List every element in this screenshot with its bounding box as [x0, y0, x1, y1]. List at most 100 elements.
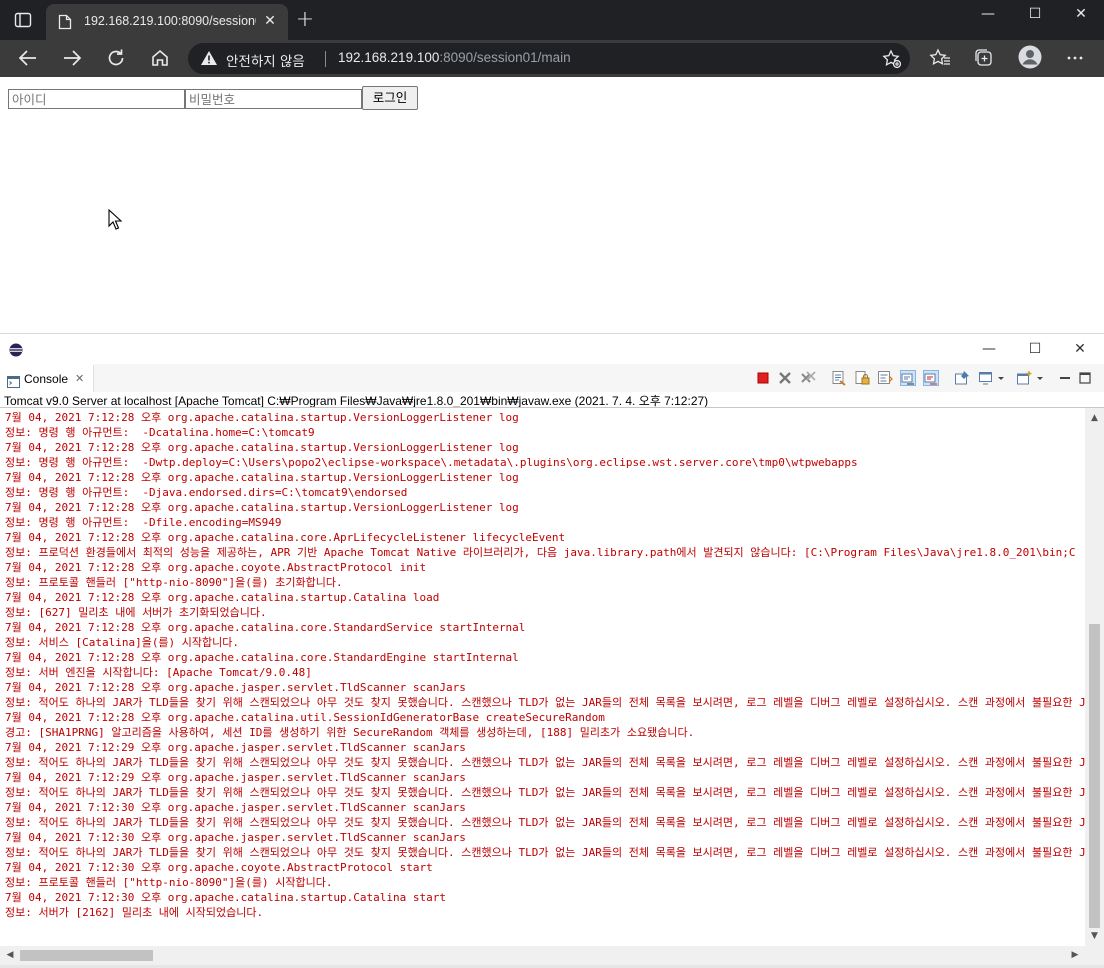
eclipse-minimize-icon[interactable]: — — [969, 338, 1009, 360]
console-line: 정보: 서버 엔진을 시작합니다: [Apache Tomcat/9.0.48] — [5, 666, 312, 679]
clear-console-icon[interactable] — [831, 370, 847, 386]
page-icon — [58, 14, 72, 30]
console-line: 정보: 서비스 [Catalina]을(를) 시작합니다. — [5, 636, 240, 649]
address-bar[interactable]: 안전하지 않음 192.168.219.100:8090/session01/m… — [188, 43, 910, 74]
open-console-dropdown-icon[interactable] — [1035, 370, 1045, 386]
terminate-icon[interactable] — [755, 370, 771, 386]
console-line: 정보: 명령 행 아규먼트: -Dfile.encoding=MS949 — [5, 516, 282, 529]
reload-icon[interactable] — [103, 46, 129, 70]
tab-actions-icon[interactable] — [14, 12, 32, 28]
console-line: 정보: [627] 밀리초 내에 서버가 초기화되었습니다. — [5, 606, 267, 619]
id-input[interactable] — [8, 89, 185, 109]
console-line: 정보: 명령 행 아규먼트: -Dcatalina.home=C:\tomcat… — [5, 426, 315, 439]
view-minimize-icon[interactable] — [1057, 370, 1073, 386]
maximize-icon[interactable]: ☐ — [1012, 4, 1058, 26]
console-output[interactable]: 7월 04, 2021 7:12:28 오후 org.apache.catali… — [0, 408, 1085, 946]
open-console-icon[interactable] — [1016, 370, 1032, 386]
word-wrap-icon[interactable] — [877, 370, 893, 386]
show-on-stdout-icon[interactable] — [900, 370, 916, 386]
console-line: 정보: 명령 행 아규먼트: -Dwtp.deploy=C:\Users\pop… — [5, 456, 858, 469]
console-line: 정보: 서버가 [2162] 밀리초 내에 시작되었습니다. — [5, 906, 264, 919]
console-horizontal-scrollbar[interactable]: ◀ ▶ — [0, 946, 1085, 965]
vertical-scroll-thumb[interactable] — [1089, 624, 1100, 928]
new-tab-icon[interactable]: + — [295, 9, 315, 31]
login-button[interactable]: 로그인 — [362, 86, 418, 110]
tab-title: 192.168.219.100:8090/session01/main — [84, 14, 256, 28]
eclipse-console-window: — ☐ ✕ Console ✕ Tomcat v9.0 Server at lo… — [0, 333, 1104, 968]
profile-avatar-icon[interactable] — [1018, 45, 1042, 69]
browser-tab-bar: 192.168.219.100:8090/session01/main ✕ + … — [0, 0, 1104, 40]
eclipse-title-bar: — ☐ ✕ — [0, 334, 1104, 364]
console-line: 정보: 적어도 하나의 JAR가 TLD들을 찾기 위해 스캔되었으나 아무 것… — [5, 786, 1085, 799]
console-line: 7월 04, 2021 7:12:28 오후 org.apache.catali… — [5, 711, 605, 724]
horizontal-scroll-thumb[interactable] — [20, 950, 153, 961]
console-line: 7월 04, 2021 7:12:30 오후 org.apache.jasper… — [5, 831, 466, 844]
forward-icon[interactable] — [59, 46, 85, 70]
scroll-left-icon[interactable]: ◀ — [2, 946, 18, 965]
warning-icon[interactable] — [200, 50, 218, 66]
console-tab-close-icon[interactable]: ✕ — [75, 372, 84, 385]
console-line: 정보: 적어도 하나의 JAR가 TLD들을 찾기 위해 스캔되었으나 아무 것… — [5, 816, 1085, 829]
console-line: 7월 04, 2021 7:12:30 오후 org.apache.catali… — [5, 891, 446, 904]
scrollbar-corner — [1085, 946, 1104, 965]
browser-toolbar: 안전하지 않음 192.168.219.100:8090/session01/m… — [0, 40, 1104, 77]
eclipse-view-toolbar: Console ✕ — [0, 364, 1104, 392]
tab-console[interactable]: Console ✕ — [0, 364, 94, 392]
console-line: 정보: 명령 행 아규먼트: -Djava.endorsed.dirs=C:\t… — [5, 486, 408, 499]
display-selected-console-icon[interactable] — [978, 370, 994, 386]
url-host: 192.168.219.100 — [338, 50, 440, 65]
home-icon[interactable] — [147, 46, 173, 70]
console-line: 7월 04, 2021 7:12:30 오후 org.apache.jasper… — [5, 801, 466, 814]
scroll-down-icon[interactable]: ▼ — [1085, 928, 1104, 944]
tab-close-icon[interactable]: ✕ — [262, 13, 278, 29]
scroll-lock-icon[interactable] — [854, 370, 870, 386]
browser-tab[interactable]: 192.168.219.100:8090/session01/main ✕ — [46, 4, 288, 40]
close-icon[interactable]: ✕ — [1058, 4, 1104, 26]
console-line: 7월 04, 2021 7:12:29 오후 org.apache.jasper… — [5, 771, 466, 784]
console-icon — [7, 373, 20, 388]
console-line: 7월 04, 2021 7:12:28 오후 org.apache.catali… — [5, 591, 440, 604]
eclipse-close-icon[interactable]: ✕ — [1060, 338, 1100, 360]
console-line: 7월 04, 2021 7:12:28 오후 org.apache.catali… — [5, 501, 519, 514]
console-line: 정보: 프로토콜 핸들러 ["http-nio-8090"]을(를) 시작합니다… — [5, 876, 333, 889]
favorites-icon[interactable] — [929, 47, 951, 69]
console-line: 경고: [SHA1PRNG] 알고리즘을 사용하여, 세션 ID를 생성하기 위… — [5, 726, 695, 739]
console-line: 7월 04, 2021 7:12:28 오후 org.apache.catali… — [5, 441, 519, 454]
console-line: 7월 04, 2021 7:12:28 오후 org.apache.jasper… — [5, 681, 466, 694]
password-input[interactable] — [185, 89, 362, 109]
show-on-stderr-icon[interactable] — [923, 370, 939, 386]
console-line: 7월 04, 2021 7:12:28 오후 org.apache.catali… — [5, 621, 526, 634]
mouse-cursor-icon — [108, 208, 123, 231]
eclipse-logo-icon — [9, 342, 23, 357]
console-line: 정보: 프로토콜 핸들러 ["http-nio-8090"]을(를) 초기화합니… — [5, 576, 343, 589]
console-line: 정보: 적어도 하나의 JAR가 TLD들을 찾기 위해 스캔되었으나 아무 것… — [5, 846, 1085, 859]
security-label[interactable]: 안전하지 않음 — [226, 50, 305, 70]
add-favorite-icon[interactable] — [882, 49, 902, 69]
pin-console-icon[interactable] — [954, 370, 970, 386]
more-menu-icon[interactable] — [1064, 47, 1086, 69]
display-console-dropdown-icon[interactable] — [996, 370, 1006, 386]
scroll-right-icon[interactable]: ▶ — [1067, 946, 1083, 965]
console-line: 정보: 적어도 하나의 JAR가 TLD들을 찾기 위해 스캔되었으나 아무 것… — [5, 756, 1085, 769]
console-line: 정보: 프로덕션 환경들에서 최적의 성능을 제공하는, APR 기반 Apac… — [5, 546, 1076, 559]
console-vertical-scrollbar[interactable]: ▲ ▼ — [1085, 408, 1104, 946]
collections-icon[interactable] — [973, 47, 995, 69]
console-line: 7월 04, 2021 7:12:28 오후 org.apache.coyote… — [5, 561, 427, 574]
console-line: 7월 04, 2021 7:12:28 오후 org.apache.catali… — [5, 471, 519, 484]
console-line: 7월 04, 2021 7:12:28 오후 org.apache.catali… — [5, 531, 566, 544]
view-maximize-icon[interactable] — [1077, 370, 1093, 386]
back-icon[interactable] — [15, 46, 41, 70]
console-tab-label: Console — [24, 372, 69, 386]
console-line: 7월 04, 2021 7:12:28 오후 org.apache.catali… — [5, 411, 519, 424]
omnibox-separator — [325, 51, 326, 67]
console-line: 7월 04, 2021 7:12:28 오후 org.apache.catali… — [5, 651, 519, 664]
scroll-up-icon[interactable]: ▲ — [1085, 410, 1104, 426]
eclipse-maximize-icon[interactable]: ☐ — [1015, 338, 1055, 360]
web-page: 로그인 — [0, 77, 1104, 333]
minimize-icon[interactable]: — — [965, 4, 1011, 26]
console-line: 7월 04, 2021 7:12:30 오후 org.apache.coyote… — [5, 861, 433, 874]
console-line: 7월 04, 2021 7:12:29 오후 org.apache.jasper… — [5, 741, 466, 754]
remove-launch-icon[interactable] — [777, 370, 793, 386]
url-text[interactable]: 192.168.219.100:8090/session01/main — [338, 50, 571, 65]
remove-all-terminated-icon[interactable] — [800, 370, 816, 386]
